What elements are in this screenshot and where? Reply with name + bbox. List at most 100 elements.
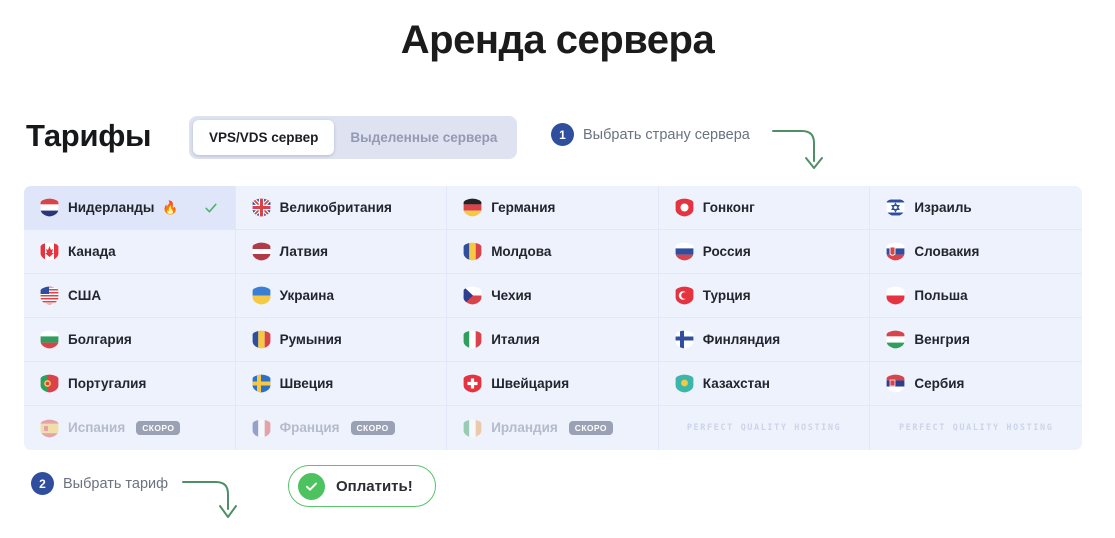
- flag-ch-icon: [463, 374, 482, 393]
- flag-pt-icon: [40, 374, 59, 393]
- flag-es-icon: [40, 419, 59, 437]
- flag-fi-icon: [675, 330, 694, 349]
- country-name: Гонконг: [702, 199, 755, 215]
- country-cell-bg[interactable]: Болгария: [24, 318, 236, 362]
- country-cell-hu[interactable]: Венгрия: [870, 318, 1082, 362]
- country-name: Чехия: [491, 287, 532, 303]
- fire-icon: 🔥: [162, 200, 179, 215]
- country-cell-ua[interactable]: Украина: [235, 274, 448, 318]
- step-2-label: Выбрать тариф: [63, 475, 169, 492]
- country-cell-nl[interactable]: Нидерланды 🔥: [24, 186, 236, 230]
- flag-cz-icon: [463, 286, 482, 305]
- country-cell-hk[interactable]: Гонконг: [658, 186, 871, 230]
- flag-tr-icon: [675, 286, 694, 305]
- flag-il-icon: [886, 198, 905, 217]
- country-cell-us[interactable]: США: [24, 274, 236, 318]
- controls-row: Тарифы VPS/VDS сервер Выделенные сервера…: [0, 112, 1115, 170]
- page-title: Аренда сервера: [400, 18, 715, 62]
- country-name: Молдова: [491, 243, 552, 259]
- country-grid: Нидерланды 🔥 Великобритания Германия Гонк…: [24, 186, 1082, 450]
- country-name: США: [68, 287, 102, 303]
- server-type-tabs: VPS/VDS сервер Выделенные сервера: [189, 116, 518, 159]
- country-cell-ru[interactable]: Россия: [658, 230, 871, 274]
- step-2-select-tariff: 2 Выбрать тариф: [31, 472, 168, 495]
- flag-lv-icon: [252, 242, 270, 261]
- country-cell-ca[interactable]: Канада: [24, 230, 236, 274]
- country-cell-fr: Франция СКОРО: [236, 406, 448, 450]
- country-name: Венгрия: [914, 331, 970, 347]
- country-name: Испания: [68, 420, 126, 436]
- country-cell-tr[interactable]: Турция: [658, 274, 871, 318]
- country-name: Украина: [279, 287, 334, 303]
- country-cell-pl[interactable]: Польша: [870, 274, 1082, 318]
- flag-hu-icon: [886, 330, 905, 349]
- soon-badge: СКОРО: [136, 421, 181, 435]
- grid-watermark-cell: PERFECT QUALITY HOSTING: [659, 406, 871, 450]
- country-name: Франция: [279, 420, 340, 436]
- flag-fr-icon: [252, 419, 270, 437]
- country-cell-de[interactable]: Германия: [447, 186, 659, 230]
- country-name: Польша: [914, 287, 968, 303]
- country-cell-sk[interactable]: Словакия: [870, 230, 1082, 274]
- country-cell-ro[interactable]: Румыния: [235, 318, 448, 362]
- flag-ru-icon: [675, 242, 694, 261]
- flag-hk-icon: [675, 198, 694, 217]
- flag-ua-icon: [252, 286, 270, 305]
- tab-vps-vds[interactable]: VPS/VDS сервер: [193, 120, 335, 155]
- country-name: Германия: [491, 199, 556, 215]
- grid-watermark-cell: PERFECT QUALITY HOSTING: [870, 406, 1082, 450]
- step-1-label: Выбрать страну сервера: [583, 126, 750, 143]
- country-cell-es: Испания СКОРО: [24, 406, 236, 450]
- pay-button-label: Оплатить!: [336, 477, 413, 495]
- country-name: Латвия: [279, 243, 328, 259]
- flag-de-icon: [463, 198, 482, 217]
- flag-pl-icon: [886, 286, 905, 305]
- country-name: Сербия: [914, 375, 965, 391]
- flag-ro-icon: [252, 330, 270, 349]
- flag-us-icon: [40, 286, 59, 305]
- country-name: Швейцария: [491, 375, 570, 391]
- country-name: Италия: [491, 331, 540, 347]
- country-cell-md[interactable]: Молдова: [447, 230, 659, 274]
- flag-nl-icon: [40, 198, 59, 217]
- country-cell-ch[interactable]: Швейцария: [447, 362, 659, 406]
- country-name: Финляндия: [702, 331, 781, 347]
- step-1-select-country: 1 Выбрать страну сервера: [551, 123, 750, 146]
- country-name: Болгария: [68, 331, 132, 347]
- country-cell-it[interactable]: Италия: [447, 318, 659, 362]
- country-name: Канада: [68, 243, 116, 259]
- country-cell-cz[interactable]: Чехия: [447, 274, 659, 318]
- country-cell-ie: Ирландия СКОРО: [447, 406, 659, 450]
- pay-button[interactable]: Оплатить!: [288, 465, 436, 507]
- selected-check-icon: [204, 202, 217, 213]
- flag-md-icon: [463, 242, 482, 261]
- country-cell-gb[interactable]: Великобритания: [235, 186, 448, 230]
- country-name: Румыния: [279, 331, 342, 347]
- country-cell-il[interactable]: Израиль: [870, 186, 1082, 230]
- flag-ie-icon: [463, 419, 482, 437]
- soon-badge: СКОРО: [350, 421, 395, 435]
- country-cell-lv[interactable]: Латвия: [235, 230, 448, 274]
- arrow-to-tariffs-icon: [182, 481, 237, 518]
- watermark-text: PERFECT QUALITY HOSTING: [898, 422, 1054, 433]
- country-cell-kz[interactable]: Казахстан: [658, 362, 871, 406]
- country-cell-se[interactable]: Швеция: [235, 362, 448, 406]
- check-circle-icon: [298, 472, 325, 500]
- country-name: Словакия: [914, 243, 980, 259]
- server-rental-page: Аренда сервера Тарифы VPS/VDS сервер Выд…: [0, 0, 1115, 538]
- country-cell-fi[interactable]: Финляндия: [658, 318, 871, 362]
- country-cell-rs[interactable]: Сербия: [870, 362, 1082, 406]
- country-cell-pt[interactable]: Португалия: [24, 362, 236, 406]
- watermark-text: PERFECT QUALITY HOSTING: [686, 422, 842, 433]
- country-name: Израиль: [914, 199, 972, 215]
- flag-bg-icon: [40, 330, 59, 349]
- country-name: Казахстан: [702, 375, 770, 391]
- country-name: Ирландия: [491, 420, 558, 436]
- flag-ca-icon: [40, 242, 59, 261]
- flag-kz-icon: [675, 374, 694, 393]
- tab-dedicated[interactable]: Выделенные сервера: [334, 120, 513, 155]
- flag-sk-icon: [886, 242, 905, 261]
- country-name: Турция: [702, 287, 751, 303]
- step-2-badge: 2: [31, 472, 54, 495]
- flag-rs-icon: [886, 374, 905, 393]
